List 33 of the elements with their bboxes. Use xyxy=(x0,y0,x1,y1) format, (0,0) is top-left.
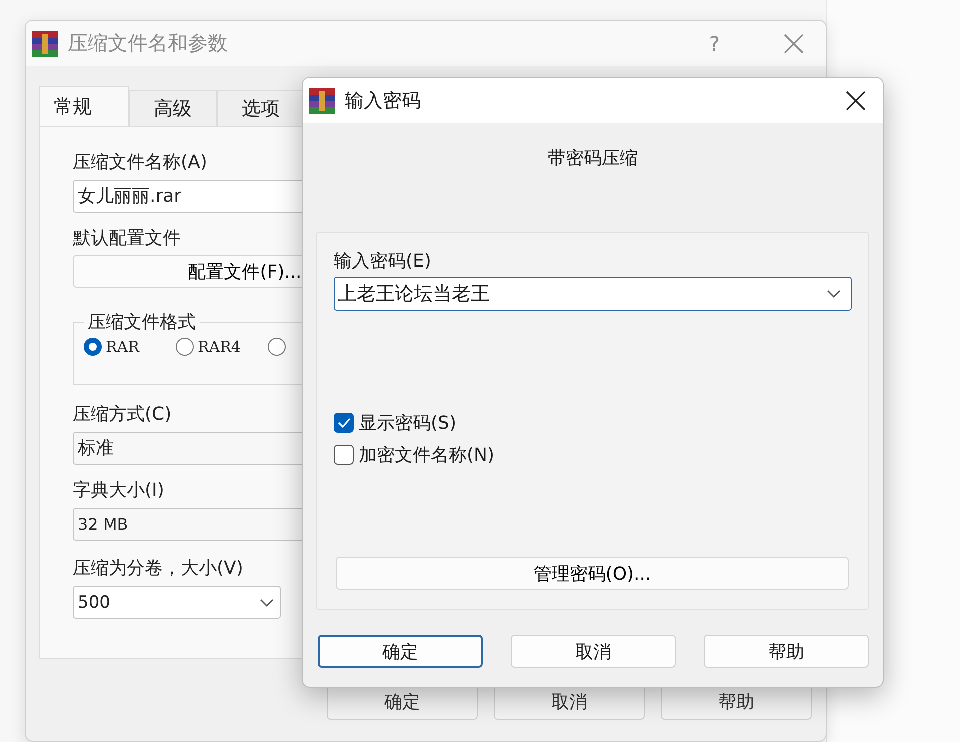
password-combo-box[interactable]: 上老王论坛当老王 xyxy=(334,277,852,311)
field-label: 字典大小(I) xyxy=(73,479,164,503)
radio-circle[interactable] xyxy=(84,338,102,356)
dialog-heading: 带密码压缩 xyxy=(547,147,639,171)
dialog-title: 输入密码 xyxy=(345,88,422,114)
tab[interactable]: 高级 xyxy=(129,90,217,126)
group-label: 压缩文件格式 xyxy=(87,311,197,334)
tab[interactable]: 常规 xyxy=(39,86,129,126)
books-icon xyxy=(32,30,58,56)
checkmark-icon xyxy=(338,418,350,428)
window-title: 压缩文件名和参数 xyxy=(68,30,229,57)
checkbox-option[interactable]: 显示密码(S) xyxy=(334,411,495,435)
field-label: 压缩方式(C) xyxy=(73,403,172,427)
radio-circle[interactable] xyxy=(176,338,194,356)
radio-button[interactable]: RAR4 xyxy=(176,338,248,356)
dialog-button[interactable]: 确定 xyxy=(318,635,483,668)
chevron-down-icon xyxy=(827,290,841,298)
checkbox[interactable] xyxy=(334,413,354,433)
checkbox-option[interactable]: 加密文件名称(N) xyxy=(334,443,495,467)
field-label: 压缩文件名称(A) xyxy=(73,151,208,175)
dialog-button[interactable]: 取消 xyxy=(511,635,676,668)
chevron-down-icon xyxy=(260,598,274,606)
radio-circle[interactable] xyxy=(268,338,286,356)
field-label: 压缩为分卷，大小(V) xyxy=(73,557,244,581)
close-icon[interactable] xyxy=(846,90,866,110)
tab[interactable]: 选项 xyxy=(217,90,305,126)
radio-button[interactable]: RAR xyxy=(84,338,156,356)
combo-box[interactable]: 500 xyxy=(73,586,281,619)
checkbox[interactable] xyxy=(334,445,354,465)
field-label: 默认配置文件 xyxy=(73,227,181,251)
manage-password-button[interactable]: 管理密码(O)... xyxy=(336,557,849,590)
dialog-button[interactable]: 帮助 xyxy=(704,635,869,668)
books-icon xyxy=(309,88,335,114)
